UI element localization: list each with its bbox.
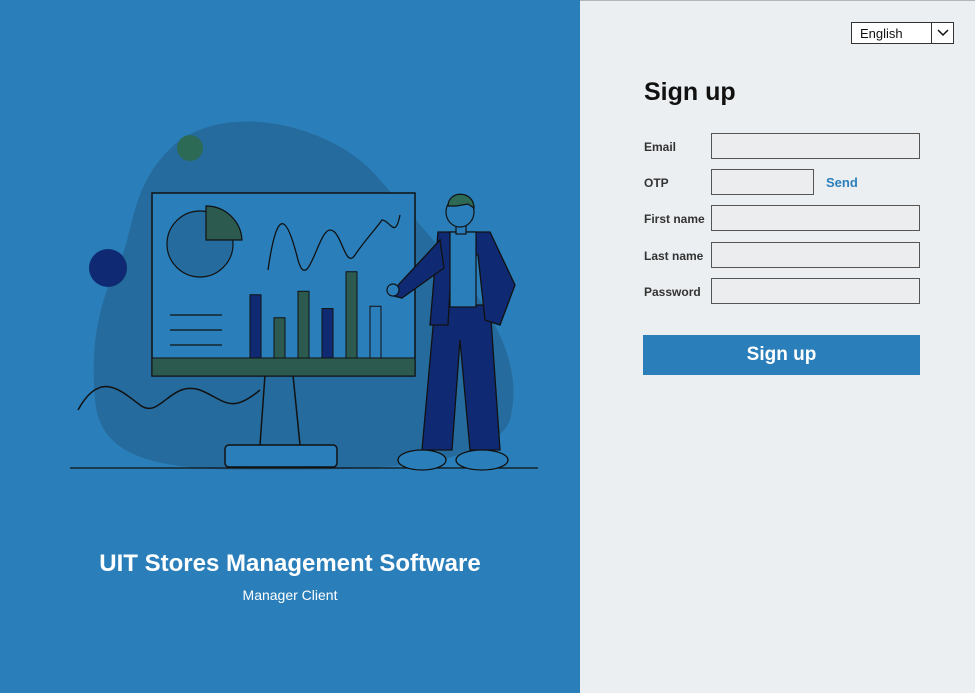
branding-panel: UIT Stores Management Software Manager C…: [0, 0, 580, 693]
easel-base: [224, 444, 338, 468]
board-bar: [249, 294, 262, 359]
password-field[interactable]: [711, 278, 920, 304]
green-dot: [177, 135, 203, 161]
board-bar: [369, 305, 382, 359]
otp-label: OTP: [644, 176, 669, 190]
person-shirt: [449, 231, 477, 308]
app-title: UIT Stores Management Software: [99, 550, 481, 577]
email-label: Email: [644, 140, 677, 154]
send-otp-link[interactable]: Send: [826, 175, 858, 190]
board-bar: [273, 317, 286, 359]
navy-dot: [89, 249, 127, 287]
form-title: Sign up: [644, 78, 736, 106]
board-bar: [297, 290, 310, 359]
email-field[interactable]: [711, 133, 920, 159]
chevron-down-icon[interactable]: [931, 23, 953, 43]
board-bar: [345, 271, 358, 359]
signup-button[interactable]: Sign up: [643, 335, 920, 375]
person-hand: [386, 283, 400, 297]
language-select[interactable]: English: [851, 22, 954, 44]
first-name-label: First name: [644, 212, 705, 226]
password-label: Password: [644, 285, 701, 299]
board-bottom-strip: [151, 357, 416, 377]
language-selected-label: English: [860, 25, 903, 41]
presenter-with-board-illustration: [70, 121, 538, 471]
first-name-field[interactable]: [711, 205, 920, 231]
person-shoe-left: [397, 449, 447, 471]
last-name-label: Last name: [644, 249, 704, 263]
otp-field[interactable]: [711, 169, 814, 195]
last-name-field[interactable]: [711, 242, 920, 268]
signup-panel: English Sign up Email OTP Send First nam…: [580, 0, 975, 693]
board-bar: [321, 308, 334, 359]
app-subtitle: Manager Client: [242, 587, 338, 603]
person-shoe-right: [455, 449, 509, 471]
